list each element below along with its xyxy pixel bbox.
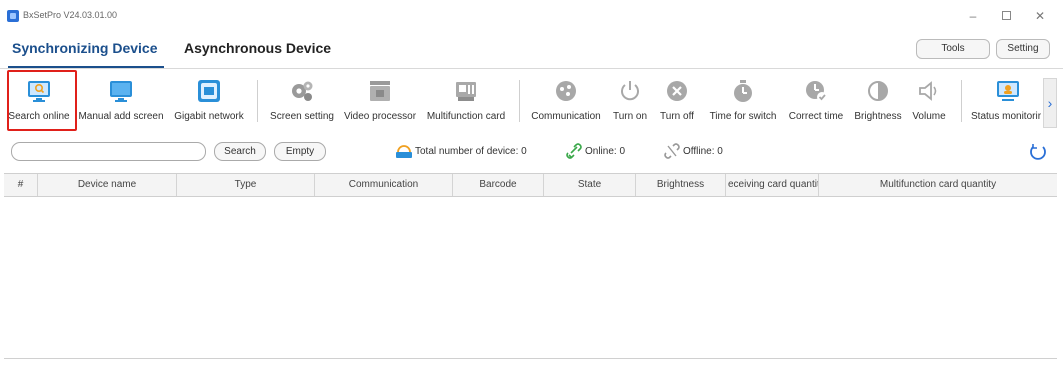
window-title: BxSetPro V24.03.01.00 <box>23 10 118 20</box>
gigabit-network-button[interactable]: Gigabit network <box>172 78 246 130</box>
column-header-multifunction-card-quantity[interactable]: Multifunction card quantity <box>819 174 1057 196</box>
link-connected-icon <box>566 143 582 159</box>
minimize-button[interactable]: – <box>962 7 984 25</box>
toolbar-separator <box>519 80 520 122</box>
gears-icon <box>292 81 313 101</box>
maximize-button[interactable] <box>995 7 1017 25</box>
total-devices-stat: Total number of device: 0 <box>395 143 545 159</box>
power-on-icon <box>621 81 639 101</box>
status-monitoring-button[interactable]: Status monitorir <box>971 78 1045 130</box>
column-header-communication[interactable]: Communication <box>315 174 453 196</box>
total-devices-text: Total number of device: 0 <box>415 146 527 157</box>
multifunction-card-button[interactable]: Multifunction card <box>424 78 508 130</box>
correct-time-label: Correct time <box>788 111 844 122</box>
screen-setting-label: Screen setting <box>270 111 334 122</box>
tab-asynchronous-device[interactable]: Asynchronous Device <box>184 40 331 56</box>
manual-add-screen-button[interactable]: Manual add screen <box>78 78 164 130</box>
turn-on-button[interactable]: Turn on <box>609 78 651 130</box>
refresh-icon[interactable] <box>1028 142 1048 162</box>
toolbar: Search online Manual add screen Gigabit … <box>0 70 1045 134</box>
app-logo-icon <box>7 10 19 22</box>
communication-label: Communication <box>531 111 601 122</box>
brightness-button[interactable]: Brightness <box>852 78 904 130</box>
setting-button[interactable]: Setting <box>996 39 1050 59</box>
maximize-icon <box>1001 11 1011 20</box>
video-processor-label: Video processor <box>343 111 417 122</box>
volume-label: Volume <box>912 111 946 122</box>
monitor-search-icon <box>28 81 50 102</box>
column-header-barcode[interactable]: Barcode <box>453 174 544 196</box>
toolbar-scroll-right-button[interactable]: › <box>1043 78 1057 128</box>
status-monitoring-label: Status monitorir <box>971 111 1042 122</box>
offline-text: Offline: 0 <box>683 146 723 157</box>
timer-icon <box>734 80 752 102</box>
offline-stat: Offline: 0 <box>663 143 743 159</box>
multifunction-card-label: Multifunction card <box>426 111 506 122</box>
online-stat: Online: 0 <box>565 143 645 159</box>
communication-icon <box>556 81 576 101</box>
clock-check-icon <box>806 81 827 102</box>
video-processor-icon <box>370 81 390 101</box>
online-text: Online: 0 <box>585 146 626 157</box>
manual-add-screen-label: Manual add screen <box>78 111 164 122</box>
network-card-icon <box>198 80 220 102</box>
video-processor-button[interactable]: Video processor <box>343 78 417 130</box>
search-button[interactable]: Search <box>214 142 266 161</box>
time-for-switch-label: Time for switch <box>709 111 777 122</box>
brightness-icon <box>868 81 888 101</box>
correct-time-button[interactable]: Correct time <box>786 78 846 130</box>
column-header-device-name[interactable]: Device name <box>38 174 177 196</box>
device-table-header: # Device name Type Communication Barcode… <box>4 173 1057 197</box>
turn-off-label: Turn off <box>660 111 694 122</box>
toolbar-separator <box>961 80 962 122</box>
volume-icon <box>919 81 937 101</box>
column-header-state[interactable]: State <box>544 174 636 196</box>
search-online-label: Search online <box>8 111 70 122</box>
tabs-divider <box>0 68 1063 69</box>
title-bar: BxSetPro V24.03.01.00 – ✕ <box>0 0 1063 30</box>
turn-on-label: Turn on <box>612 111 648 122</box>
network-devices-icon <box>396 145 412 158</box>
volume-button[interactable]: Volume <box>908 78 950 130</box>
table-bottom-border <box>4 358 1057 359</box>
tools-button[interactable]: Tools <box>916 39 990 59</box>
turn-off-button[interactable]: Turn off <box>656 78 698 130</box>
multifunction-card-icon <box>456 82 476 101</box>
column-header-brightness[interactable]: Brightness <box>636 174 726 196</box>
communication-button[interactable]: Communication <box>530 78 602 130</box>
power-off-icon <box>667 81 687 101</box>
main-tabs: Synchronizing Device Asynchronous Device… <box>0 34 1063 68</box>
screen-setting-button[interactable]: Screen setting <box>268 78 336 130</box>
toolbar-separator <box>257 80 258 122</box>
link-broken-icon <box>664 143 680 159</box>
search-online-button[interactable]: Search online <box>4 78 74 130</box>
column-header-type[interactable]: Type <box>177 174 315 196</box>
gigabit-network-label: Gigabit network <box>174 111 244 122</box>
close-button[interactable]: ✕ <box>1029 7 1051 25</box>
search-input[interactable] <box>11 142 206 161</box>
empty-button[interactable]: Empty <box>274 142 326 161</box>
column-header-index[interactable]: # <box>4 174 38 196</box>
column-header-receiving-card-quantity[interactable]: eceiving card quantit <box>726 174 819 196</box>
monitor-icon <box>110 81 132 102</box>
tab-synchronizing-device[interactable]: Synchronizing Device <box>12 40 157 56</box>
brightness-label: Brightness <box>854 111 902 122</box>
device-table-body <box>4 197 1057 359</box>
status-monitor-icon <box>997 81 1019 101</box>
time-for-switch-button[interactable]: Time for switch <box>705 78 781 130</box>
